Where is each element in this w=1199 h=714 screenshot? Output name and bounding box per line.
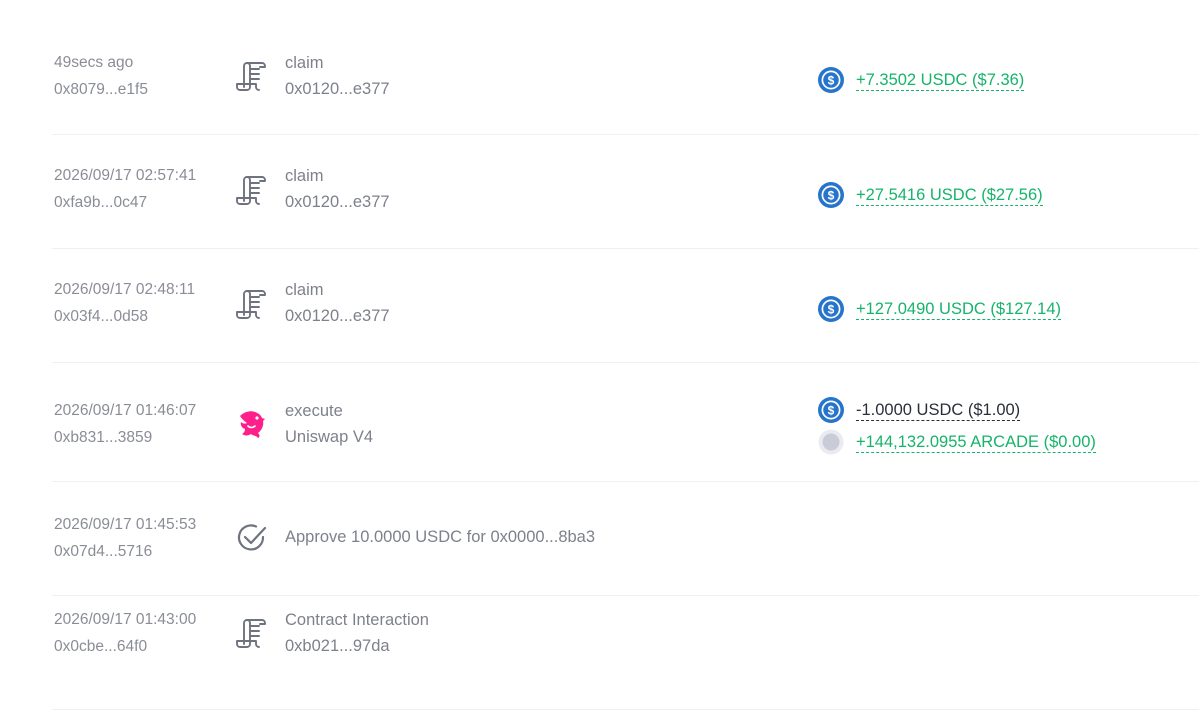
usdc-icon[interactable]: $ <box>818 296 844 322</box>
svg-text:$: $ <box>828 302 835 316</box>
transaction-row[interactable]: 2026/09/17 02:57:41 0xfa9b...0c47 claim 0x0… <box>52 135 1199 249</box>
svg-text:$: $ <box>828 188 835 202</box>
transaction-action: claim <box>285 54 324 72</box>
transaction-action: claim <box>285 281 324 299</box>
transaction-list: 49secs ago 0x8079...e1f5 claim 0x0120...e37… <box>52 20 1199 710</box>
balance-change-amount[interactable]: +127.0490 USDC ($127.14) <box>856 299 1062 320</box>
usdc-icon[interactable]: $ <box>818 182 844 208</box>
transaction-hash-link[interactable]: 0x07d4...5716 <box>54 542 196 562</box>
transaction-action: claim <box>285 167 324 185</box>
transaction-row[interactable]: 2026/09/17 01:46:07 0xb831...3859 execute U… <box>52 363 1199 482</box>
transaction-row[interactable]: 2026/09/17 01:45:53 0x07d4...5716 Approve … <box>52 482 1199 596</box>
balance-change-item: $ +7.3502 USDC ($7.36) <box>818 67 1025 93</box>
unknown-token-icon[interactable] <box>818 429 844 455</box>
balance-change-column: $ +27.5416 USDC ($27.56) <box>818 182 1043 214</box>
transaction-action-column: claim 0x0120...e377 <box>285 166 390 212</box>
transaction-action-column: claim 0x0120...e377 <box>285 280 390 326</box>
transaction-timestamp: 2026/09/17 01:46:07 <box>54 402 197 419</box>
transaction-action-column: claim 0x0120...e377 <box>285 53 390 99</box>
transaction-time-column: 2026/09/17 02:57:41 0xfa9b...0c47 <box>54 166 196 213</box>
balance-change-amount[interactable]: +144,132.0955 ARCADE ($0.00) <box>856 432 1096 453</box>
transaction-target-link[interactable]: Uniswap V4 <box>285 427 373 447</box>
transaction-action-column: Contract Interaction 0xb021...97da <box>285 610 429 656</box>
balance-change-amount[interactable]: -1.0000 USDC ($1.00) <box>856 400 1021 421</box>
transaction-time-column: 49secs ago 0x8079...e1f5 <box>54 53 148 100</box>
usdc-icon[interactable]: $ <box>818 67 844 93</box>
transaction-time-column: 2026/09/17 01:45:53 0x07d4...5716 <box>54 515 196 562</box>
transaction-timestamp: 49secs ago <box>54 54 134 71</box>
transaction-timestamp: 2026/09/17 02:57:41 <box>54 167 197 184</box>
transaction-target-link[interactable]: 0xb021...97da <box>285 636 429 656</box>
transaction-action: Contract Interaction <box>285 611 429 629</box>
transaction-time-column: 2026/09/17 01:43:00 0x0cbe...64f0 <box>54 610 196 657</box>
transaction-target-link[interactable]: 0x0120...e377 <box>285 306 390 326</box>
balance-change-amount[interactable]: +7.3502 USDC ($7.36) <box>856 70 1025 91</box>
transaction-hash-link[interactable]: 0xfa9b...0c47 <box>54 193 196 213</box>
transaction-time-column: 2026/09/17 01:46:07 0xb831...3859 <box>54 401 196 448</box>
transaction-hash-link[interactable]: 0x0cbe...64f0 <box>54 637 196 657</box>
contract-scroll-icon <box>234 286 270 322</box>
transaction-row[interactable]: 49secs ago 0x8079...e1f5 claim 0x0120...e37… <box>52 20 1199 135</box>
transaction-action-column: Approve 10.0000 USDC for 0x0000...8ba3 <box>285 527 595 547</box>
contract-scroll-icon <box>234 615 270 651</box>
contract-scroll-icon <box>234 172 270 208</box>
transaction-hash-link[interactable]: 0xb831...3859 <box>54 428 196 448</box>
transaction-hash-link[interactable]: 0x03f4...0d58 <box>54 307 195 327</box>
transaction-action-column: execute Uniswap V4 <box>285 401 373 447</box>
balance-change-amount[interactable]: +27.5416 USDC ($27.56) <box>856 185 1043 206</box>
balance-change-column: $ -1.0000 USDC ($1.00) +144,132.0955 ARCAD… <box>818 397 1096 461</box>
transaction-action: Approve 10.0000 USDC for 0x0000...8ba3 <box>285 528 596 546</box>
transaction-timestamp: 2026/09/17 01:45:53 <box>54 516 197 533</box>
usdc-icon[interactable]: $ <box>818 397 844 423</box>
balance-change-item: $ +127.0490 USDC ($127.14) <box>818 296 1062 322</box>
balance-change-item: $ +27.5416 USDC ($27.56) <box>818 182 1043 208</box>
transaction-timestamp: 2026/09/17 02:48:11 <box>54 281 196 298</box>
transaction-action: execute <box>285 402 343 420</box>
balance-change-item: +144,132.0955 ARCADE ($0.00) <box>818 429 1096 455</box>
uniswap-unicorn-icon <box>234 406 270 442</box>
svg-text:$: $ <box>828 403 835 417</box>
balance-change-column: $ +7.3502 USDC ($7.36) <box>818 67 1025 99</box>
balance-change-column: $ +127.0490 USDC ($127.14) <box>818 296 1062 328</box>
transaction-row[interactable]: 2026/09/17 01:43:00 0x0cbe...64f0 Contract… <box>52 596 1199 710</box>
svg-text:$: $ <box>828 73 835 87</box>
transaction-row[interactable]: 2026/09/17 02:48:11 0x03f4...0d58 claim 0x0… <box>52 249 1199 363</box>
transaction-timestamp: 2026/09/17 01:43:00 <box>54 611 197 628</box>
contract-scroll-icon <box>234 58 270 94</box>
balance-change-item: $ -1.0000 USDC ($1.00) <box>818 397 1096 423</box>
transaction-hash-link[interactable]: 0x8079...e1f5 <box>54 80 148 100</box>
transaction-target-link[interactable]: 0x0120...e377 <box>285 79 390 99</box>
transaction-target-link[interactable]: 0x0120...e377 <box>285 192 390 212</box>
transaction-time-column: 2026/09/17 02:48:11 0x03f4...0d58 <box>54 280 195 327</box>
approve-check-icon <box>234 520 270 556</box>
